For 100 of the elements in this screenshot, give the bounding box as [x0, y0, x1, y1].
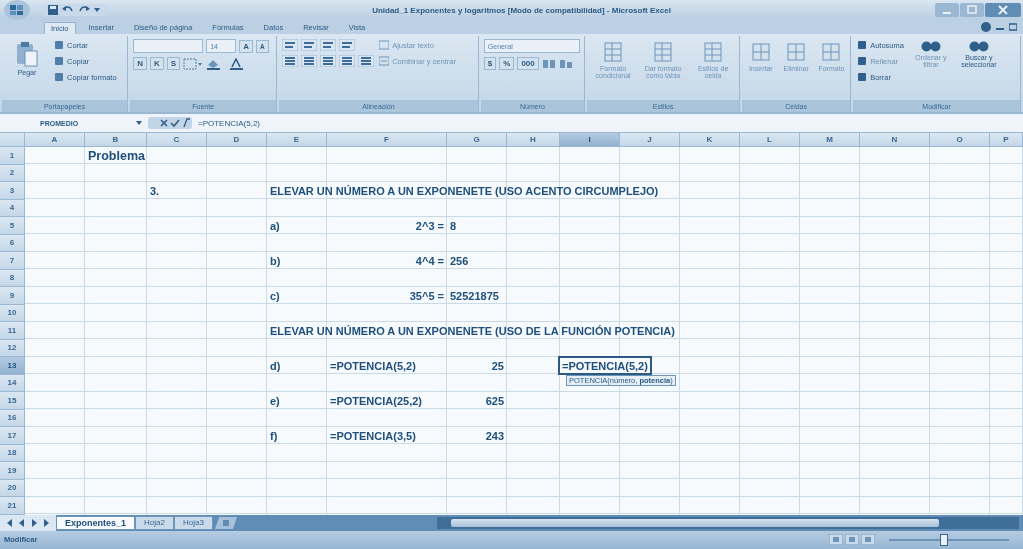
sheet-tab[interactable]: Exponentes_1	[56, 515, 136, 530]
align-icon[interactable]	[282, 39, 299, 51]
column-header[interactable]: A	[25, 133, 85, 147]
column-header[interactable]: K	[680, 133, 740, 147]
view-icon[interactable]	[861, 534, 875, 546]
cell-text: e)	[270, 394, 280, 407]
restore-icon[interactable]	[1009, 23, 1017, 31]
align-icon[interactable]	[301, 55, 318, 67]
decimal-icon[interactable]	[558, 57, 573, 70]
column-header[interactable]: F	[327, 133, 447, 147]
column-header[interactable]: P	[990, 133, 1023, 147]
column-header[interactable]: D	[207, 133, 267, 147]
column-header[interactable]: O	[930, 133, 990, 147]
cell-text: 3.	[150, 184, 160, 197]
active-cell-editor[interactable]: =POTENCIA(5,2)	[558, 356, 652, 376]
number-format-button[interactable]: %	[499, 57, 515, 70]
number-format-button[interactable]: 000	[517, 57, 539, 70]
grow-font-button[interactable]: A	[239, 39, 253, 53]
column-header[interactable]: C	[147, 133, 207, 147]
formula-field[interactable]: =POTENCIA(5,2)	[198, 118, 1023, 128]
zoom-thumb[interactable]	[940, 533, 948, 546]
formula-buttons-icon[interactable]	[148, 117, 192, 129]
cell-text: d)	[270, 359, 281, 372]
align-icon[interactable]	[320, 55, 337, 67]
caret-icon[interactable]	[94, 7, 100, 13]
wrap-icon	[379, 40, 390, 50]
row-header[interactable]: 19	[0, 462, 25, 480]
font-style-button[interactable]: N	[133, 57, 147, 70]
cell-text: b)	[270, 254, 281, 267]
column-header[interactable]: I	[560, 133, 620, 147]
merge-icon	[379, 56, 390, 66]
column-header[interactable]: N	[860, 133, 930, 147]
align-icon[interactable]	[320, 39, 337, 51]
column-header[interactable]: B	[85, 133, 147, 147]
table-icon	[653, 41, 674, 63]
cell-text: 35^5 =	[409, 289, 444, 302]
cell-text: Problema	[88, 148, 145, 163]
row-header[interactable]: 1	[0, 147, 25, 165]
row-header[interactable]: 3	[0, 182, 25, 200]
number-format-button[interactable]: $	[483, 57, 497, 70]
column-header[interactable]: G	[447, 133, 507, 147]
font-style-button[interactable]: S	[166, 57, 181, 70]
cell-text: a)	[270, 219, 280, 232]
row-header[interactable]: 5	[0, 217, 25, 235]
cell-text: 52521875	[450, 289, 499, 302]
binoculars-icon	[968, 41, 989, 52]
cell-text: =POTENCIA(3,5)	[330, 429, 416, 442]
align-icon[interactable]	[339, 39, 356, 51]
column-header[interactable]: E	[267, 133, 327, 147]
row-header[interactable]: 17	[0, 427, 25, 445]
close-icon[interactable]	[985, 3, 1021, 17]
column-header[interactable]: L	[740, 133, 800, 147]
sheet-tab[interactable]: Hoja3	[173, 515, 213, 530]
row-header[interactable]: 7	[0, 252, 25, 270]
cell-text: 243	[485, 429, 504, 442]
cell-text: 4^4 =	[415, 254, 444, 267]
row-header[interactable]: 13	[0, 357, 25, 375]
row-header[interactable]: 15	[0, 392, 25, 410]
cell-text: 625	[485, 394, 504, 407]
tool-icon	[857, 40, 868, 50]
grid-icon	[750, 41, 771, 63]
grid-icon	[821, 41, 842, 63]
cell-text: f)	[270, 429, 278, 442]
view-icon[interactable]	[829, 534, 843, 546]
office-button[interactable]	[4, 0, 30, 20]
align-icon[interactable]	[358, 55, 375, 67]
cell-text: 8	[450, 219, 457, 232]
column-header[interactable]: J	[620, 133, 680, 147]
window-title: Unidad_1 Exponentes y logaritmos [Modo de compatibilidad] - Microsoft Excel	[371, 5, 672, 15]
view-icon[interactable]	[845, 534, 859, 546]
column-header[interactable]: M	[800, 133, 860, 147]
column-header[interactable]: H	[507, 133, 560, 147]
font-style-button[interactable]: K	[149, 57, 164, 70]
align-icon[interactable]	[339, 55, 356, 67]
caret-icon[interactable]	[136, 120, 142, 126]
zoom-slider[interactable]	[889, 533, 1009, 546]
align-icon[interactable]	[282, 55, 299, 67]
horizontal-scrollbar[interactable]	[436, 516, 1019, 529]
save-icon[interactable]	[48, 5, 58, 15]
border-icon[interactable]	[183, 57, 204, 70]
align-icon[interactable]	[301, 39, 318, 51]
logo-icon	[8, 3, 26, 17]
help-icon[interactable]	[981, 22, 991, 32]
cell-text: 256	[450, 254, 469, 267]
table-icon	[603, 41, 624, 63]
cell-text: 25	[491, 359, 504, 372]
cell-text: 2^3 =	[415, 219, 444, 232]
tool-icon	[857, 72, 868, 82]
decimal-icon[interactable]	[541, 57, 556, 70]
clipboard-icon	[16, 41, 38, 67]
row-header[interactable]: 11	[0, 322, 25, 340]
tool-icon	[857, 56, 868, 66]
row-header[interactable]: 21	[0, 497, 25, 515]
cell-text: c)	[270, 289, 280, 302]
font-name-field[interactable]	[133, 39, 204, 53]
table-icon	[703, 41, 724, 63]
binoculars-icon	[920, 41, 941, 52]
row-header[interactable]: 9	[0, 287, 25, 305]
grid-icon	[786, 41, 807, 63]
sheet-tab[interactable]: Hoja2	[135, 515, 174, 530]
